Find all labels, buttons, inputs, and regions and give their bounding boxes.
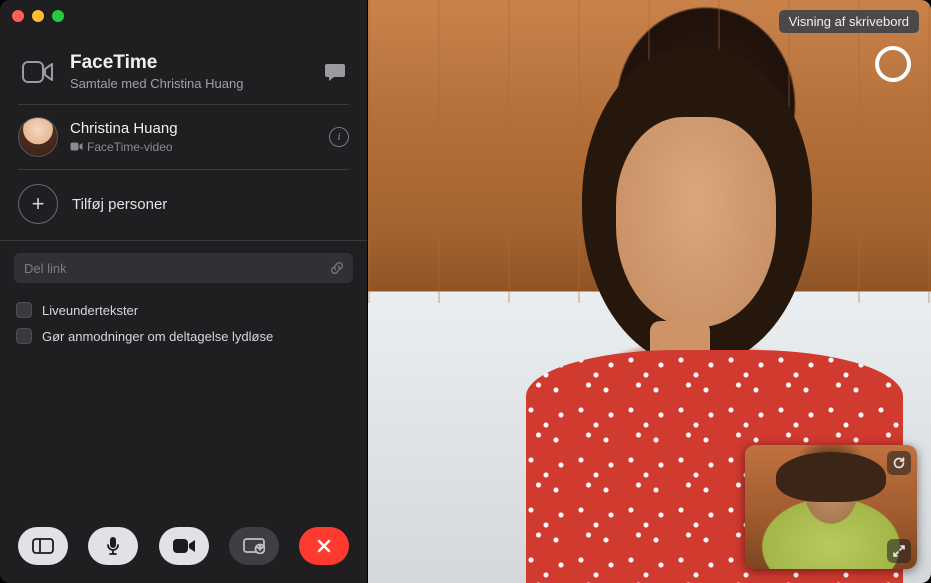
pip-expand-button[interactable] xyxy=(887,539,911,563)
sidebar-header: FaceTime Samtale med Christina Huang xyxy=(0,40,367,104)
facetime-window: FaceTime Samtale med Christina Huang Chr… xyxy=(0,0,931,583)
screen-share-icon xyxy=(243,538,265,554)
participant-info-button[interactable]: i xyxy=(329,127,349,147)
pip-rotate-button[interactable] xyxy=(887,451,911,475)
camera-icon xyxy=(172,538,196,554)
minimize-window-button[interactable] xyxy=(32,10,44,22)
fullscreen-window-button[interactable] xyxy=(52,10,64,22)
link-icon xyxy=(329,260,345,276)
participant-text: Christina Huang FaceTime-video xyxy=(70,120,329,153)
live-captions-checkbox[interactable] xyxy=(16,302,32,318)
mic-icon xyxy=(106,536,120,556)
desktop-view-badge: Visning af skrivebord xyxy=(779,10,919,33)
sidebar-toggle-button[interactable] xyxy=(18,527,68,565)
add-people-button[interactable]: + Tilføj personer xyxy=(0,170,367,240)
live-captions-label: Liveundertekster xyxy=(42,303,138,318)
call-subtitle: Samtale med Christina Huang xyxy=(70,76,321,91)
live-captions-option[interactable]: Liveundertekster xyxy=(0,297,367,323)
video-area[interactable]: Visning af skrivebord xyxy=(368,0,931,583)
close-window-button[interactable] xyxy=(12,10,24,22)
copy-link-button[interactable] xyxy=(329,260,345,276)
mute-join-requests-checkbox[interactable] xyxy=(16,328,32,344)
person-face xyxy=(616,117,776,327)
share-link-input[interactable] xyxy=(24,261,329,276)
mute-join-requests-option[interactable]: Gør anmodninger om deltagelse lydløse xyxy=(0,323,367,349)
window-controls xyxy=(12,10,64,22)
facetime-app-icon xyxy=(18,52,58,92)
participant-name: Christina Huang xyxy=(70,120,329,137)
share-link-field[interactable] xyxy=(14,253,353,283)
self-view-pip[interactable] xyxy=(745,445,917,569)
live-photo-button[interactable] xyxy=(875,46,911,82)
divider xyxy=(0,240,367,241)
participant-row[interactable]: Christina Huang FaceTime-video i xyxy=(0,105,367,169)
app-title: FaceTime xyxy=(70,53,321,74)
expand-icon xyxy=(892,544,906,558)
new-message-button[interactable] xyxy=(321,58,349,86)
add-people-label: Tilføj personer xyxy=(72,196,167,213)
video-icon xyxy=(70,142,83,151)
participant-call-type: FaceTime-video xyxy=(87,140,173,154)
call-sidebar: FaceTime Samtale med Christina Huang Chr… xyxy=(0,0,368,583)
mute-join-requests-label: Gør anmodninger om deltagelse lydløse xyxy=(42,329,273,344)
header-text: FaceTime Samtale med Christina Huang xyxy=(70,53,321,91)
plus-icon: + xyxy=(18,184,58,224)
avatar xyxy=(18,117,58,157)
camera-toggle-button[interactable] xyxy=(159,527,209,565)
end-call-button[interactable] xyxy=(299,527,349,565)
mute-button[interactable] xyxy=(88,527,138,565)
message-icon xyxy=(324,62,346,82)
participant-subtitle: FaceTime-video xyxy=(70,140,329,154)
refresh-icon xyxy=(892,456,906,470)
sidebar-icon xyxy=(32,538,54,554)
screen-share-button[interactable] xyxy=(229,527,279,565)
end-call-icon xyxy=(315,537,333,555)
call-toolbar xyxy=(0,509,367,583)
